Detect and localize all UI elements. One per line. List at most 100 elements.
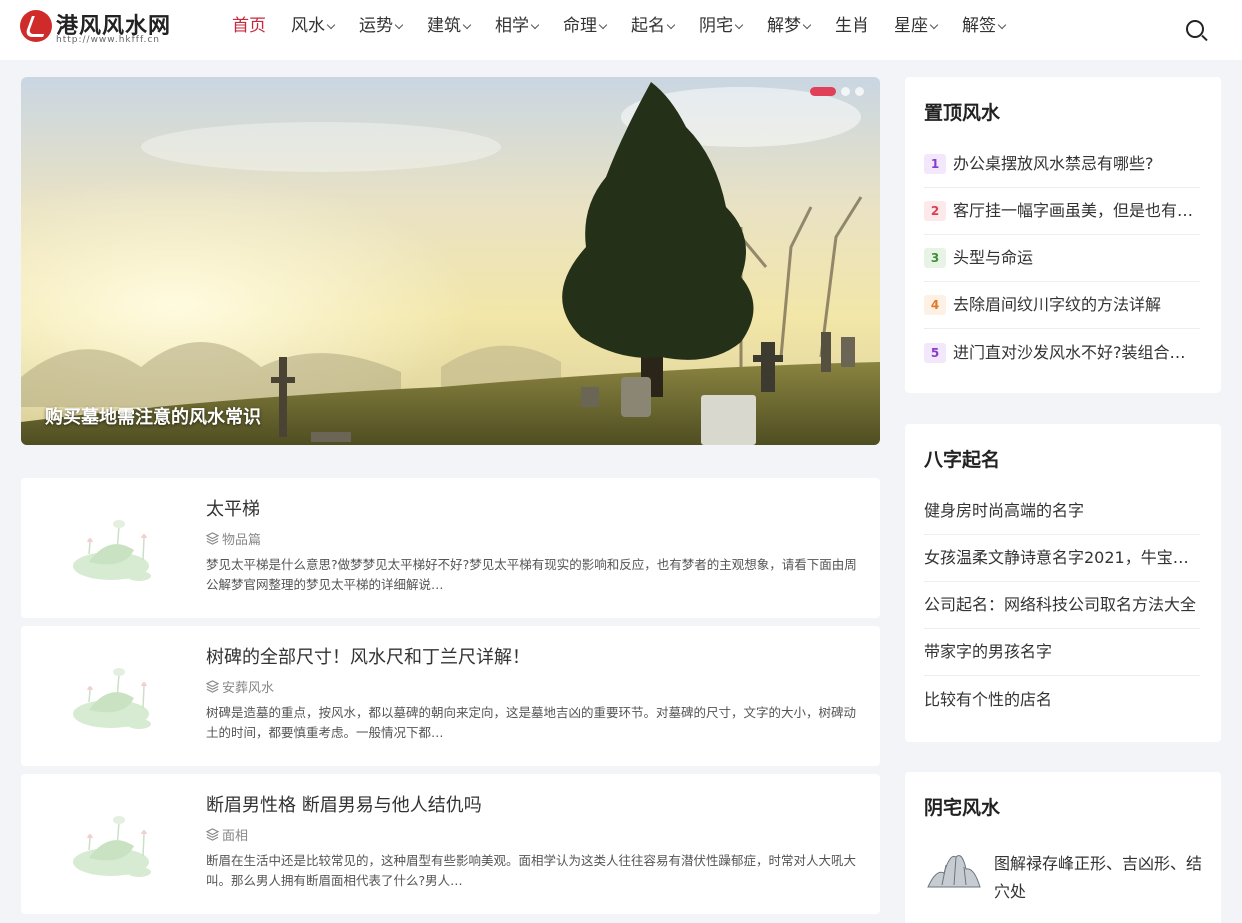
nav-item-label: 相学 (495, 16, 529, 36)
top-fengshui-item[interactable]: 3 头型与命运 (924, 235, 1200, 282)
layers-icon (205, 828, 220, 841)
widget-title: 阴宅风水 (924, 797, 1001, 819)
article-category-label: 面相 (222, 829, 249, 844)
article-category[interactable]: 面相 (205, 825, 249, 844)
article-description: 断眉在生活中还是比较常见的，这种眉型有些影响美观。面相学认为这类人往往容易有潜伏… (206, 853, 857, 888)
bazi-naming-item[interactable]: 公司起名：网络科技公司取名方法大全 (924, 582, 1200, 629)
bazi-naming-item[interactable]: 比较有个性的店名 (924, 676, 1200, 723)
bazi-naming-item-label: 女孩温柔文静诗意名字2021，牛宝宝起名 (924, 548, 1200, 567)
chevron-down-icon (462, 20, 472, 30)
hero-slider[interactable]: 购买墓地需注意的风水常识 (21, 77, 880, 445)
nav-item-label: 风水 (291, 16, 325, 36)
chevron-down-icon (997, 20, 1007, 30)
site-header: 港风风水网 http://www.hkfff.cn 首页 风水 运势 建筑 相学 命理 起名… (0, 0, 1242, 60)
chevron-down-icon (530, 20, 540, 30)
nav-item-label: 建筑 (427, 16, 461, 36)
slider-image (21, 77, 880, 445)
bazi-naming-item[interactable]: 健身房时尚高端的名字 (924, 488, 1200, 535)
article-category-label: 物品篇 (222, 533, 262, 548)
chevron-down-icon (598, 20, 608, 30)
top-fengshui-item[interactable]: 2 客厅挂一幅字画虽美，但是也有讲究 (924, 188, 1200, 235)
nav-item-label: 阴宅 (699, 16, 733, 36)
slider-dot[interactable] (855, 87, 864, 96)
nav-item-label: 首页 (232, 16, 266, 36)
nav-item-5[interactable]: 命理 (563, 0, 608, 60)
article-card[interactable]: 树碑的全部尺寸！风水尺和丁兰尺详解！ 安葬风水 树碑是造墓的重点，按风水，都以墓… (21, 626, 880, 766)
top-fengshui-item[interactable]: 5 进门直对沙发风水不好?装组合柜吗 (924, 329, 1200, 376)
bazi-naming-item[interactable]: 带家字的男孩名字 (924, 629, 1200, 676)
chevron-down-icon (802, 20, 812, 30)
rank-badge: 3 (924, 248, 946, 268)
bazi-naming-item-label: 比较有个性的店名 (924, 689, 1053, 709)
bazi-naming-item-label: 公司起名：网络科技公司取名方法大全 (924, 595, 1197, 614)
slider-caption[interactable]: 购买墓地需注意的风水常识 (45, 403, 261, 429)
nav-item-label: 命理 (563, 16, 597, 36)
bazi-naming-list: 健身房时尚高端的名字女孩温柔文静诗意名字2021，牛宝宝起名 公司起名：网络科技公… (924, 488, 1200, 723)
nav-item-4[interactable]: 相学 (495, 0, 540, 60)
nav-item-6[interactable]: 起名 (631, 0, 676, 60)
nav-item-8[interactable]: 解梦 (767, 0, 812, 60)
nav-item-11[interactable]: 解签 (962, 0, 1007, 60)
chevron-down-icon (394, 20, 404, 30)
top-fengshui-item[interactable]: 4 去除眉间纹川字纹的方法详解 (924, 282, 1200, 329)
top-fengshui-item[interactable]: 1 办公桌摆放风水禁忌有哪些? (924, 141, 1200, 188)
rank-badge: 5 (924, 342, 946, 363)
bazi-naming-item[interactable]: 女孩温柔文静诗意名字2021，牛宝宝起名 (924, 535, 1200, 582)
search-icon[interactable] (1186, 20, 1208, 42)
rank-badge: 1 (924, 154, 946, 174)
article-title[interactable]: 断眉男性格 断眉男易与他人结仇吗 (206, 791, 482, 817)
nav-item-10[interactable]: 星座 (894, 0, 939, 60)
rank-badge: 2 (924, 201, 946, 221)
nav-item-2[interactable]: 运势 (359, 0, 404, 60)
widget-title: 八字起名 (924, 449, 1001, 471)
nav-item-7[interactable]: 阴宅 (699, 0, 744, 60)
nav-item-label: 运势 (359, 16, 393, 36)
nav-item-3[interactable]: 建筑 (427, 0, 472, 60)
nav-item-label: 星座 (894, 16, 928, 36)
widget-yinzhai: 阴宅风水 图解禄存峰正形、吉凶形、结穴处 (905, 772, 1221, 923)
nav-item-1[interactable]: 风水 (291, 0, 336, 60)
main-nav: 首页 风水 运势 建筑 相学 命理 起名 阴宅 解梦 生肖 星座 解签 (232, 0, 1030, 60)
site-logo[interactable]: 港风风水网 http://www.hkfff.cn (20, 8, 200, 48)
article-thumbnail[interactable] (49, 504, 184, 594)
bazi-naming-item-label: 健身房时尚高端的名字 (924, 501, 1085, 520)
rank-badge: 4 (924, 295, 946, 315)
layers-icon (205, 532, 220, 545)
top-fengshui-item-label: 办公桌摆放风水禁忌有哪些? (953, 154, 1154, 173)
top-fengshui-item-label: 客厅挂一幅字画虽美，但是也有讲究 (953, 201, 1200, 220)
widget-bazi-naming: 八字起名 健身房时尚高端的名字女孩温柔文静诗意名字2021，牛宝宝起名 公司起名：… (905, 424, 1221, 742)
yinzhai-thumbnail[interactable] (924, 849, 984, 891)
slider-dot[interactable] (841, 87, 850, 96)
top-fengshui-item-label: 去除眉间纹川字纹的方法详解 (953, 295, 1162, 314)
yinzhai-item-title[interactable]: 图解禄存峰正形、吉凶形、结穴处 (994, 850, 1209, 906)
article-category-label: 安葬风水 (222, 681, 275, 696)
nav-item-label: 生肖 (835, 16, 869, 36)
chevron-down-icon (734, 20, 744, 30)
article-category[interactable]: 物品篇 (205, 529, 262, 548)
top-fengshui-item-label: 头型与命运 (953, 248, 1034, 267)
article-card[interactable]: 太平梯 物品篇 梦见太平梯是什么意思?做梦梦见太平梯好不好?梦见太平梯有现实的影… (21, 478, 880, 618)
bazi-naming-item-label: 带家字的男孩名字 (924, 642, 1053, 661)
article-title[interactable]: 太平梯 (206, 495, 260, 521)
nav-item-label: 起名 (631, 16, 665, 36)
article-thumbnail[interactable] (49, 652, 184, 742)
top-fengshui-item-label: 进门直对沙发风水不好?装组合柜吗 (953, 342, 1200, 362)
layers-icon (205, 680, 220, 693)
article-category[interactable]: 安葬风水 (205, 677, 275, 696)
widget-title: 置顶风水 (924, 102, 1001, 124)
top-fengshui-list: 1 办公桌摆放风水禁忌有哪些? 2 客厅挂一幅字画虽美，但是也有讲究 3 头型与命运 4 去除… (924, 141, 1200, 376)
article-title[interactable]: 树碑的全部尺寸！风水尺和丁兰尺详解！ (206, 643, 530, 669)
article-description: 树碑是造墓的重点，按风水，都以墓碑的朝向来定向，这是墓地吉凶的重要环节。对墓碑的… (206, 705, 857, 740)
chevron-down-icon (929, 20, 939, 30)
article-description: 梦见太平梯是什么意思?做梦梦见太平梯好不好?梦见太平梯有现实的影响和反应，也有梦… (206, 557, 857, 592)
nav-item-0[interactable]: 首页 (232, 0, 266, 60)
nav-item-9[interactable]: 生肖 (835, 0, 869, 60)
site-url: http://www.hkfff.cn (56, 35, 160, 45)
logo-mark-icon (20, 10, 52, 42)
slider-dots (805, 87, 864, 96)
article-card[interactable]: 断眉男性格 断眉男易与他人结仇吗 面相 断眉在生活中还是比较常见的，这种眉型有些… (21, 774, 880, 914)
article-thumbnail[interactable] (49, 800, 184, 890)
chevron-down-icon (666, 20, 676, 30)
widget-top-fengshui: 置顶风水 1 办公桌摆放风水禁忌有哪些? 2 客厅挂一幅字画虽美，但是也有讲究 3 头型与… (905, 77, 1221, 393)
slider-dot[interactable] (810, 87, 836, 96)
